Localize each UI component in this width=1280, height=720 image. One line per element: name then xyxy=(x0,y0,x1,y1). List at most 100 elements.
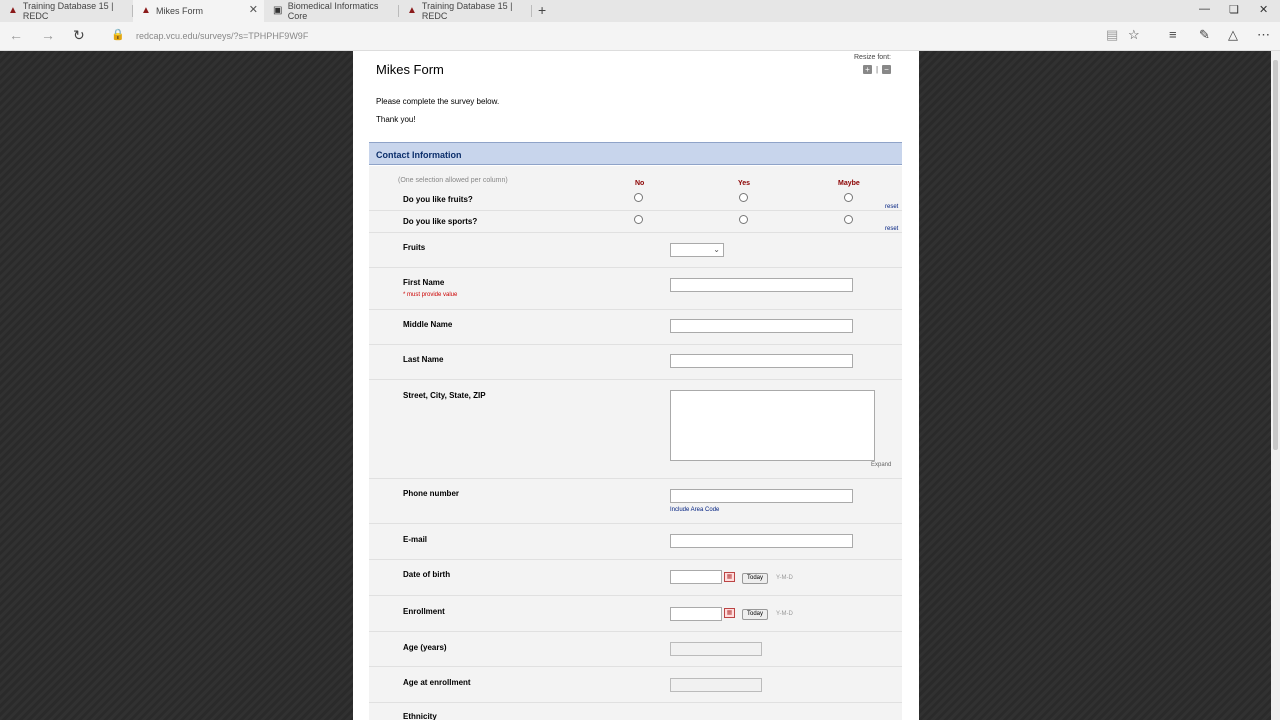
page-icon: ▣ xyxy=(273,5,283,16)
close-window-icon[interactable]: ✕ xyxy=(1259,3,1268,16)
survey-thanks: Thank you! xyxy=(376,115,416,124)
middle-name-label: Middle Name xyxy=(403,320,453,329)
reset-sports-link[interactable]: reset xyxy=(885,226,898,232)
matrix-note: (One selection allowed per column) xyxy=(398,177,508,184)
radio-fruits-yes[interactable] xyxy=(739,193,748,202)
address-bar: ← → ↻ 🔒 redcap.vcu.edu/surveys/?s=TPHPHF… xyxy=(0,22,1280,51)
redcap-icon: ▲ xyxy=(407,5,417,16)
radio-sports-yes[interactable] xyxy=(739,215,748,224)
row-divider xyxy=(369,595,902,596)
tab-divider xyxy=(531,5,532,17)
row-divider xyxy=(369,523,902,524)
middle-name-input[interactable] xyxy=(670,319,853,333)
tab-mikes-form[interactable]: ▲ Mikes Form ✕ xyxy=(133,0,264,22)
web-note-icon[interactable]: ✎ xyxy=(1199,28,1210,42)
row-divider xyxy=(369,344,902,345)
age-label: Age (years) xyxy=(403,643,447,652)
matrix-header-maybe: Maybe xyxy=(838,180,860,187)
enrollment-label: Enrollment xyxy=(403,607,445,616)
section-header-label: Contact Information xyxy=(376,150,462,160)
address-textarea[interactable] xyxy=(670,390,875,461)
dob-label: Date of birth xyxy=(403,570,451,579)
age-input xyxy=(670,642,762,656)
reading-view-icon[interactable]: ▤ xyxy=(1106,28,1118,42)
last-name-input[interactable] xyxy=(670,354,853,368)
fruits-label: Fruits xyxy=(403,243,426,252)
tab-title: Training Database 15 | REDC xyxy=(22,1,114,21)
age-enrollment-label: Age at enrollment xyxy=(403,678,471,687)
lock-icon: 🔒 xyxy=(111,29,125,41)
row-divider xyxy=(369,379,902,380)
phone-input[interactable] xyxy=(670,489,853,503)
address-label: Street, City, State, ZIP xyxy=(403,391,486,400)
fruits-select[interactable]: ⌄ xyxy=(670,243,724,257)
dob-today-button[interactable]: Today xyxy=(742,573,768,584)
row-divider xyxy=(369,631,902,632)
matrix-header-no: No xyxy=(635,180,645,187)
row-divider xyxy=(369,267,902,268)
matrix-row-fruits-label: Do you like fruits? xyxy=(403,195,473,204)
phone-label: Phone number xyxy=(403,489,460,498)
enrollment-format-hint: Y-M-D xyxy=(776,611,793,617)
redcap-icon: ▲ xyxy=(141,5,151,16)
chevron-down-icon: ⌄ xyxy=(713,245,720,254)
enrollment-today-button[interactable]: Today xyxy=(742,609,768,620)
first-name-label: First Name xyxy=(403,278,445,287)
refresh-icon[interactable]: ↻ xyxy=(73,28,85,42)
tab-title: Biomedical Informatics Core xyxy=(287,1,379,21)
email-input[interactable] xyxy=(670,534,853,548)
radio-fruits-no[interactable] xyxy=(634,193,643,202)
radio-fruits-maybe[interactable] xyxy=(844,193,853,202)
hub-icon[interactable]: ≡ xyxy=(1169,28,1177,42)
url-field[interactable]: redcap.vcu.edu/surveys/?s=TPHPHF9W9F xyxy=(136,31,308,41)
dob-input[interactable] xyxy=(670,570,722,584)
favorite-star-icon[interactable]: ☆ xyxy=(1128,28,1140,42)
restore-icon[interactable]: ❏ xyxy=(1229,3,1239,16)
minimize-icon[interactable]: — xyxy=(1199,3,1210,15)
more-icon[interactable]: ⋯ xyxy=(1257,28,1270,42)
row-divider xyxy=(369,210,902,211)
dob-format-hint: Y-M-D xyxy=(776,575,793,581)
row-divider xyxy=(369,232,902,233)
resize-font-label: Resize font: xyxy=(854,54,891,61)
required-note: * must provide value xyxy=(403,292,458,298)
section-header: Contact Information xyxy=(369,142,902,165)
email-label: E-mail xyxy=(403,535,428,544)
share-icon[interactable]: △ xyxy=(1228,28,1238,42)
matrix-header-yes: Yes xyxy=(738,180,751,187)
ethnicity-label: Ethnicity xyxy=(403,712,437,720)
row-divider xyxy=(369,559,902,560)
font-decrease-icon[interactable]: − xyxy=(882,65,891,74)
scrollbar-thumb[interactable] xyxy=(1273,60,1278,450)
forward-icon[interactable]: → xyxy=(41,28,55,42)
matrix-row-sports-label: Do you like sports? xyxy=(403,217,478,226)
redcap-icon: ▲ xyxy=(8,5,18,16)
tab-title: Mikes Form xyxy=(156,6,203,16)
back-icon[interactable]: ← xyxy=(9,28,23,42)
expand-link[interactable]: Expand xyxy=(871,462,891,468)
tab-training-db-1[interactable]: ▲ Training Database 15 | REDC xyxy=(0,0,132,22)
page-title: Mikes Form xyxy=(376,62,444,77)
radio-sports-maybe[interactable] xyxy=(844,215,853,224)
age-enrollment-input xyxy=(670,678,762,692)
row-divider xyxy=(369,666,902,667)
row-divider xyxy=(369,478,902,479)
tab-biomedical-informatics[interactable]: ▣ Biomedical Informatics Core xyxy=(265,0,398,22)
survey-instructions: Please complete the survey below. xyxy=(376,97,500,106)
reset-fruits-link[interactable]: reset xyxy=(885,204,898,210)
tab-title: Training Database 15 | REDC xyxy=(421,1,513,21)
font-increase-icon[interactable]: + xyxy=(863,65,872,74)
radio-sports-no[interactable] xyxy=(634,215,643,224)
last-name-label: Last Name xyxy=(403,355,444,364)
calendar-icon[interactable]: ▦ xyxy=(724,608,735,618)
resize-separator: | xyxy=(876,65,879,74)
row-divider xyxy=(369,702,902,703)
tab-bar: ▲ Training Database 15 | REDC ▲ Mikes Fo… xyxy=(0,0,1280,22)
new-tab-icon[interactable]: + xyxy=(538,3,546,17)
close-tab-icon[interactable]: ✕ xyxy=(249,5,258,16)
first-name-input[interactable] xyxy=(670,278,853,292)
enrollment-input[interactable] xyxy=(670,607,722,621)
tab-training-db-2[interactable]: ▲ Training Database 15 | REDC xyxy=(399,0,531,22)
row-divider xyxy=(369,309,902,310)
calendar-icon[interactable]: ▦ xyxy=(724,572,735,582)
